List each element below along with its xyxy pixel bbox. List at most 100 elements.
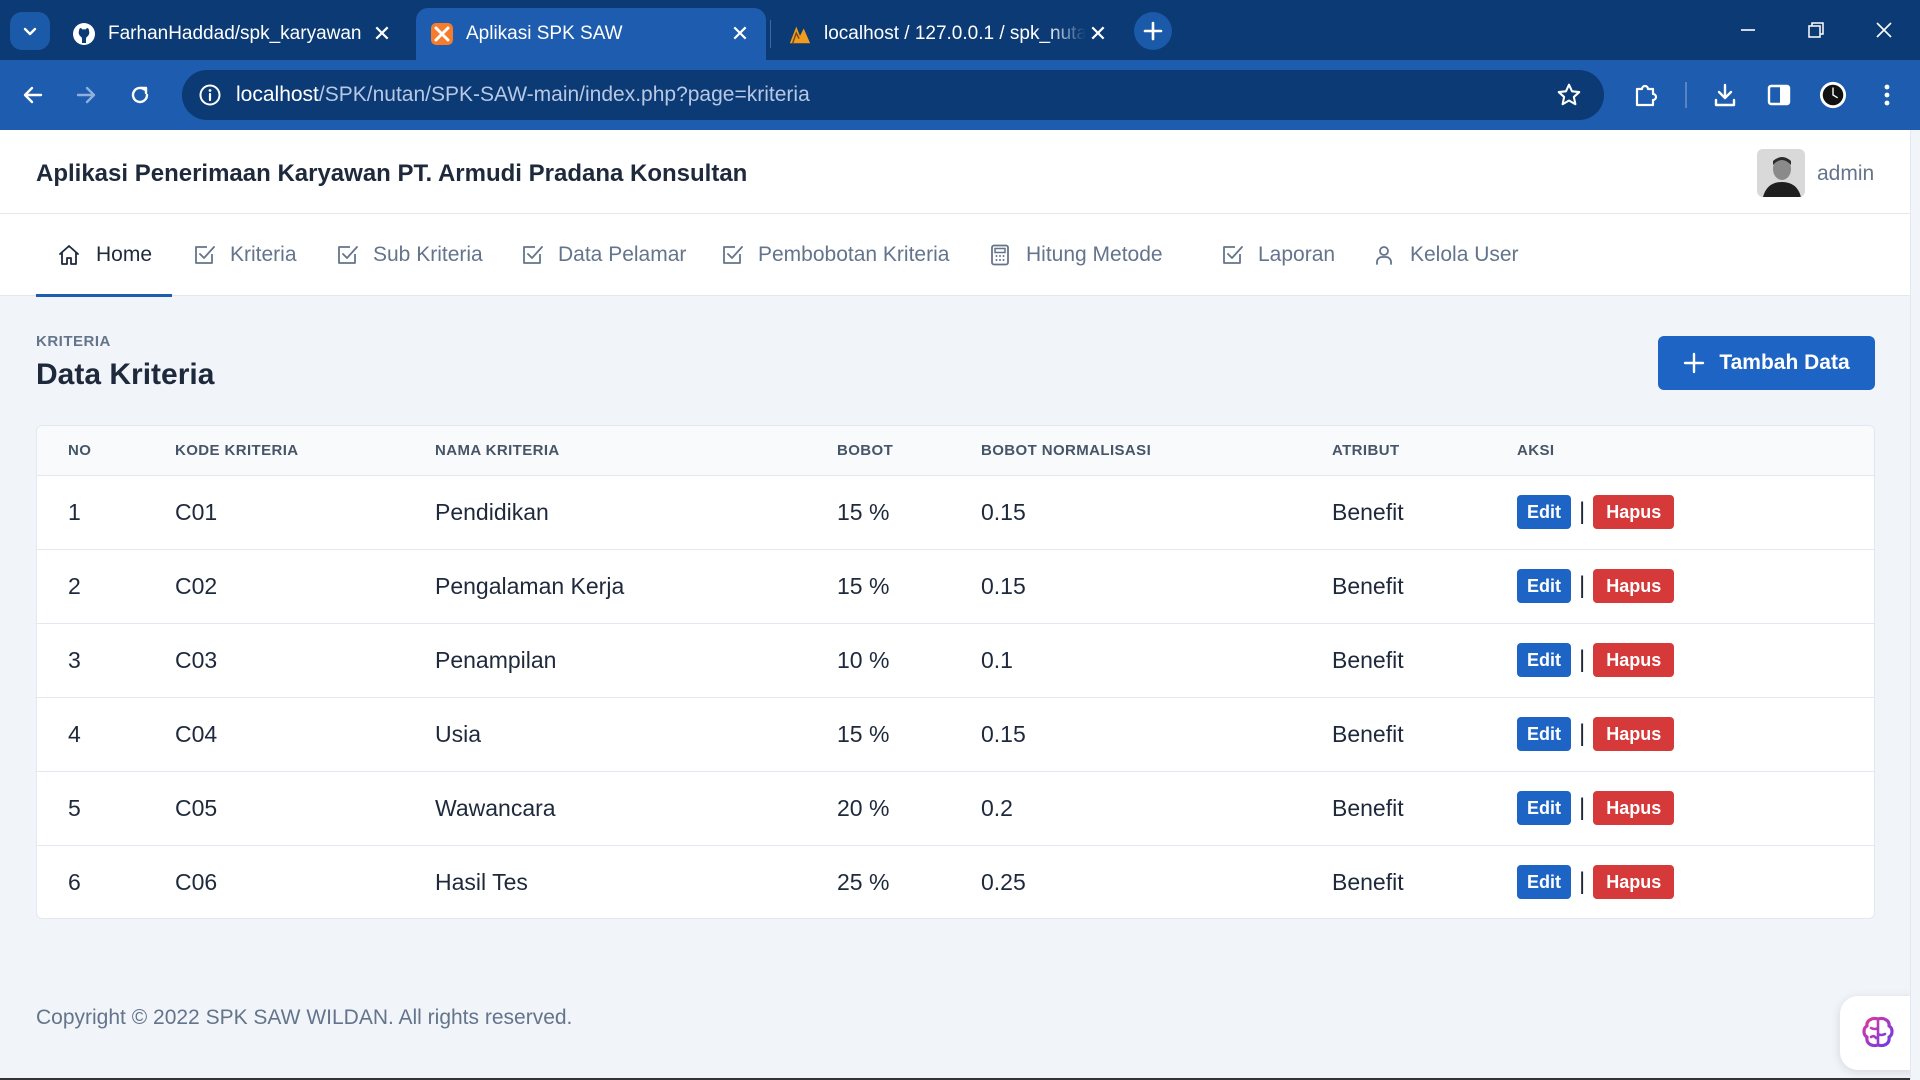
edit-button[interactable]: Edit xyxy=(1517,569,1571,603)
tab-separator xyxy=(770,20,771,48)
nav-item-home[interactable]: Home xyxy=(36,214,173,297)
main-navigation: Home Kriteria Sub Kriteria Data Pelamar … xyxy=(0,214,1910,297)
table-row: 4 C04 Usia 15 % 0.15 Benefit Edit | Hapus xyxy=(37,696,1874,771)
edit-button[interactable]: Edit xyxy=(1517,495,1571,529)
forward-button[interactable] xyxy=(66,75,106,115)
cell-aksi: Edit | Hapus xyxy=(1517,548,1874,623)
info-icon[interactable] xyxy=(198,83,222,107)
browser-menu-button[interactable] xyxy=(1873,81,1901,109)
delete-button[interactable]: Hapus xyxy=(1593,643,1675,677)
url-text: localhost/SPK/nutan/SPK-SAW-main/index.p… xyxy=(236,83,810,107)
star-icon[interactable] xyxy=(1556,82,1582,108)
nav-item-hitung-metode[interactable]: Hitung Metode xyxy=(968,214,1183,296)
nav-item-kriteria[interactable]: Kriteria xyxy=(172,214,317,296)
cell-atribut: Benefit xyxy=(1332,548,1517,623)
cell-atribut: Benefit xyxy=(1332,622,1517,697)
avatar[interactable] xyxy=(1757,149,1805,197)
profile-button[interactable] xyxy=(1819,81,1847,109)
xampp-icon xyxy=(430,22,454,46)
back-button[interactable] xyxy=(13,75,53,115)
nav-item-laporan[interactable]: Laporan xyxy=(1200,214,1355,296)
close-icon[interactable]: ✕ xyxy=(370,21,394,47)
new-tab-button[interactable] xyxy=(1134,12,1172,50)
reload-button[interactable] xyxy=(120,75,160,115)
cell-no: 6 xyxy=(37,844,175,918)
column-header-kode: KODE KRITERIA xyxy=(175,426,435,476)
delete-button[interactable]: Hapus xyxy=(1593,865,1675,900)
tab-title: Aplikasi SPK SAW xyxy=(466,23,623,44)
table-row: 6 C06 Hasil Tes 25 % 0.25 Benefit Edit | H… xyxy=(37,844,1874,918)
table-row: 5 C05 Wawancara 20 % 0.2 Benefit Edit | Ha… xyxy=(37,770,1874,845)
checkbox-icon xyxy=(523,246,543,264)
cell-nama: Usia xyxy=(435,696,837,771)
browser-tab-phpmyadmin[interactable]: localhost / 127.0.0.1 / spk_nutan ✕ xyxy=(774,8,1124,60)
nav-label: Kriteria xyxy=(230,243,297,266)
cell-aksi: Edit | Hapus xyxy=(1517,475,1874,549)
restore-icon xyxy=(1808,22,1824,38)
kriteria-table: NO KODE KRITERIA NAMA KRITERIA BOBOT BOB… xyxy=(37,426,1874,918)
edit-button[interactable]: Edit xyxy=(1517,791,1571,825)
checkbox-icon xyxy=(338,246,358,264)
action-separator: | xyxy=(1579,498,1586,525)
more-vertical-icon xyxy=(1884,84,1890,106)
side-panel-button[interactable] xyxy=(1765,81,1793,109)
cell-atribut: Benefit xyxy=(1332,498,1404,525)
action-separator: | xyxy=(1579,646,1586,673)
column-header-bobot: BOBOT xyxy=(837,426,981,476)
row-actions: Edit | Hapus xyxy=(1517,643,1874,677)
cell-kode: C03 xyxy=(175,622,435,697)
browser-tab-github[interactable]: FarhanHaddad/spk_karyawan ✕ xyxy=(58,8,408,60)
cell-atribut: Benefit xyxy=(1332,696,1517,771)
edit-button[interactable]: Edit xyxy=(1517,717,1571,751)
phpmyadmin-icon xyxy=(788,22,812,46)
cell-bobot: 10 % xyxy=(837,622,981,697)
column-header-atribut: ATRIBUT xyxy=(1332,426,1517,476)
delete-button[interactable]: Hapus xyxy=(1593,791,1675,825)
nav-item-data-pelamar[interactable]: Data Pelamar xyxy=(500,214,706,296)
assistant-button[interactable] xyxy=(1840,996,1910,1070)
tab-search-button[interactable] xyxy=(10,12,50,50)
cell-nama: Penampilan xyxy=(435,622,837,697)
cell-nama: Pengalaman Kerja xyxy=(435,548,837,623)
page-pretitle: KRITERIA xyxy=(36,333,111,350)
action-separator: | xyxy=(1579,794,1586,821)
app-viewport: Aplikasi Penerimaan Karyawan PT. Armudi … xyxy=(0,130,1910,1080)
delete-button[interactable]: Hapus xyxy=(1593,569,1675,603)
downloads-button[interactable] xyxy=(1711,81,1739,109)
browser-tab-active[interactable]: Aplikasi SPK SAW ✕ xyxy=(416,8,766,60)
add-data-button[interactable]: Tambah Data xyxy=(1658,336,1875,390)
edit-button[interactable]: Edit xyxy=(1517,865,1571,900)
url-host: localhost xyxy=(236,83,319,106)
cell-aksi: Edit | Hapus xyxy=(1517,622,1874,697)
close-window-button[interactable] xyxy=(1864,14,1904,46)
cell-nama: Wawancara xyxy=(435,770,837,845)
action-separator: | xyxy=(1579,572,1586,599)
page-scrollbar[interactable] xyxy=(1910,130,1920,1080)
cell-nama: Hasil Tes xyxy=(435,844,837,918)
nav-item-kelola-user[interactable]: Kelola User xyxy=(1352,214,1539,296)
nav-item-pembobotan-kriteria[interactable]: Pembobotan Kriteria xyxy=(700,214,969,296)
add-data-label: Tambah Data xyxy=(1719,351,1850,374)
cell-no: 1 xyxy=(68,498,81,525)
edit-button[interactable]: Edit xyxy=(1517,643,1571,677)
minimize-button[interactable] xyxy=(1728,14,1768,46)
cell-kode: C06 xyxy=(175,844,435,918)
cell-kode: C02 xyxy=(175,548,435,623)
nav-item-sub-kriteria[interactable]: Sub Kriteria xyxy=(315,214,503,296)
tab-title: localhost / 127.0.0.1 / spk_nutan xyxy=(824,23,1086,44)
browser-tab-bar: FarhanHaddad/spk_karyawan ✕ Aplikasi SPK… xyxy=(0,0,1920,60)
nav-label: Kelola User xyxy=(1410,243,1519,266)
cell-nama: Pendidikan xyxy=(435,498,549,525)
user-name[interactable]: admin xyxy=(1817,162,1874,186)
row-actions: Edit | Hapus xyxy=(1517,495,1874,529)
delete-button[interactable]: Hapus xyxy=(1593,717,1675,751)
chevron-down-icon xyxy=(23,27,37,36)
user-photo-icon xyxy=(1757,149,1805,197)
address-bar[interactable]: localhost/SPK/nutan/SPK-SAW-main/index.p… xyxy=(182,70,1604,120)
extensions-button[interactable] xyxy=(1632,81,1660,109)
restore-button[interactable] xyxy=(1796,14,1836,46)
close-icon[interactable]: ✕ xyxy=(728,21,752,47)
cell-bobot: 25 % xyxy=(837,844,981,918)
delete-button[interactable]: Hapus xyxy=(1593,495,1675,529)
close-icon[interactable]: ✕ xyxy=(1086,21,1110,47)
